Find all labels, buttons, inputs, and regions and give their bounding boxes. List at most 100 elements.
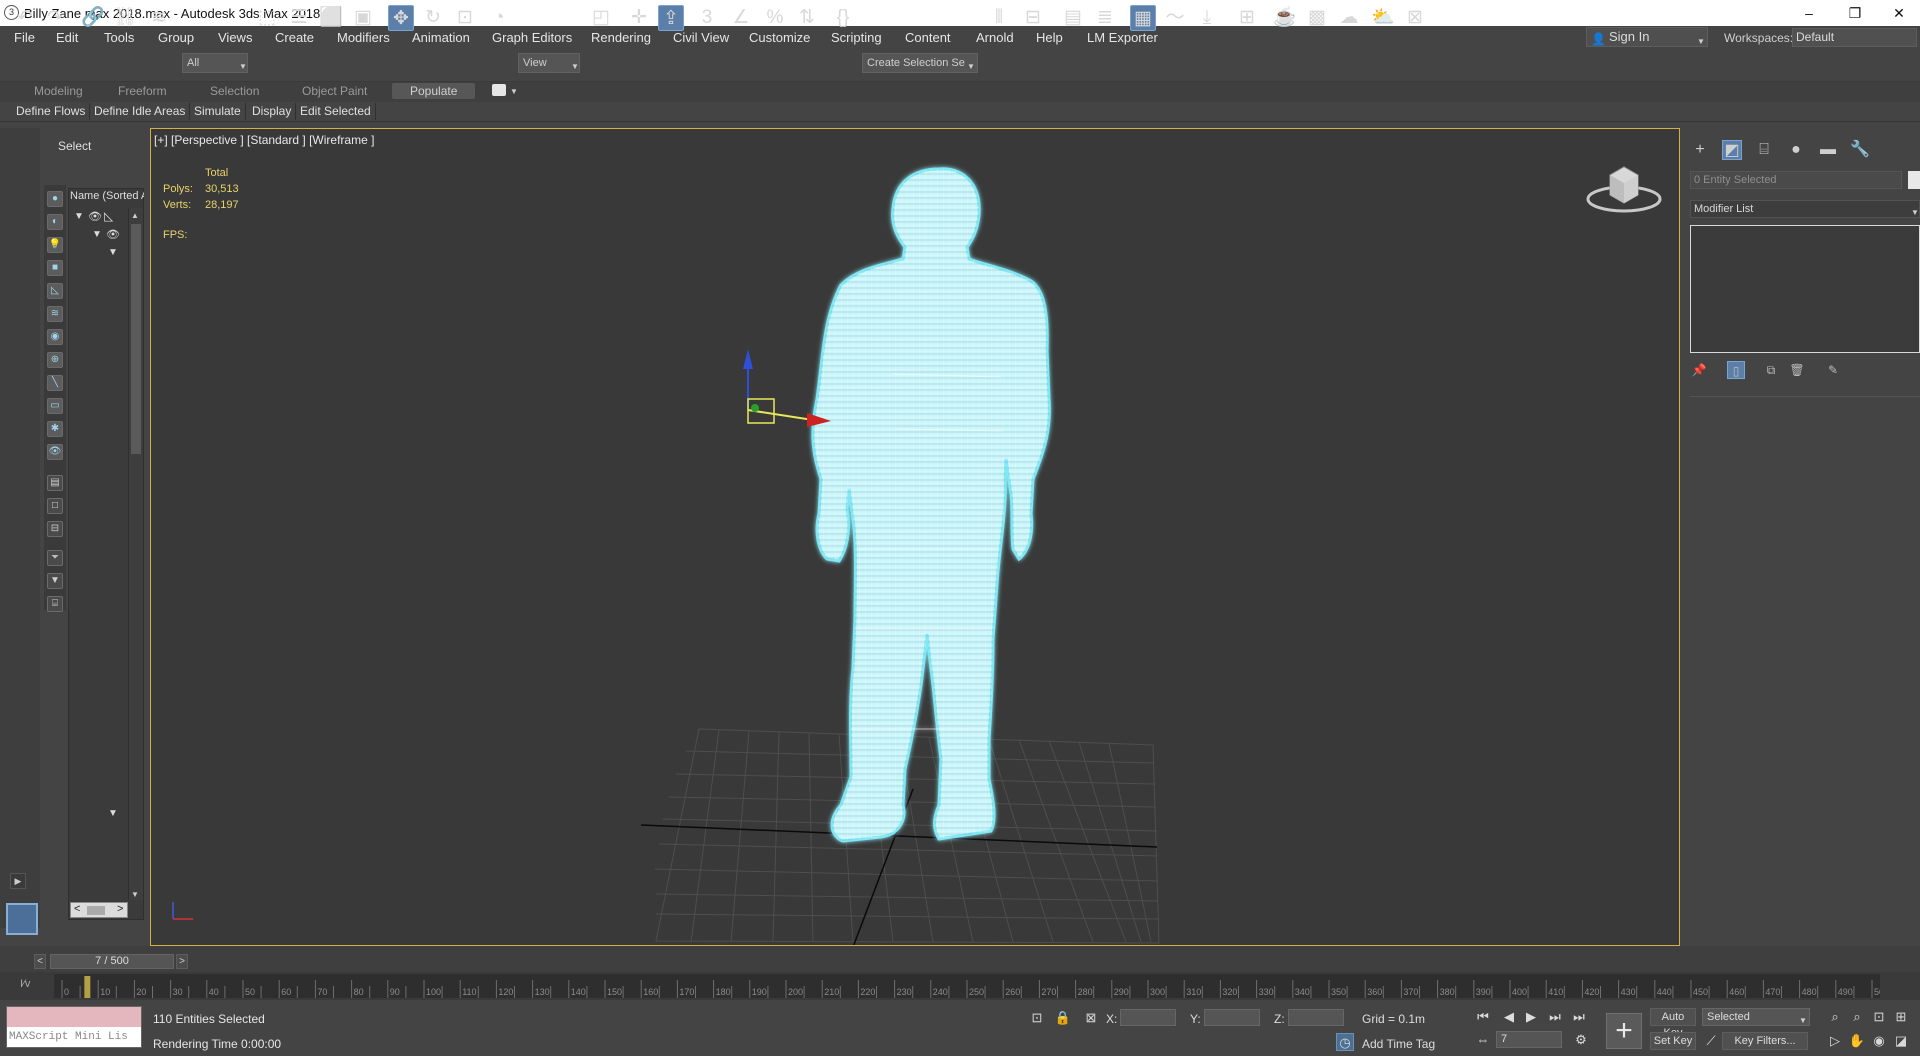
go-to-start-icon[interactable]: ⏮ [1474,1008,1492,1026]
link-icon[interactable]: 🔗 [80,5,106,31]
maxscript-input[interactable]: MAXScript Mini Lis [7,1027,141,1047]
modifier-list-dropdown[interactable]: Modifier List ▼ [1690,200,1920,218]
next-frame-icon[interactable]: ⏭ [1546,1008,1564,1026]
ribbon-toggle-icon[interactable]: ▦ [1130,5,1156,31]
select-scale-icon[interactable]: ⊡ [452,5,478,31]
simulate-button[interactable]: Simulate [190,103,246,120]
filter-icon[interactable]: ▼ [47,573,63,589]
menu-rendering[interactable]: Rendering [591,30,651,45]
maximize-viewport-icon[interactable]: ◪ [1892,1032,1910,1050]
scene-explorer-select-label[interactable]: Select [58,139,91,153]
viewport-layout-icon[interactable] [6,903,38,935]
field-of-view-icon[interactable]: ▷ [1826,1032,1844,1050]
display-shapes-icon[interactable]: ◐ [47,214,63,230]
make-unique-icon[interactable]: ⧉ [1762,361,1780,379]
display-none-icon[interactable]: □ [47,498,63,514]
schematic-view-icon[interactable]: ⤓ [1194,5,1220,31]
render-setup-icon[interactable]: ☕ [1272,5,1298,31]
menu-modifiers[interactable]: Modifiers [337,30,390,45]
viewport-canvas[interactable] [151,129,1680,946]
angle-snap-icon[interactable]: ∠ [728,5,754,31]
menu-arnold[interactable]: Arnold [976,30,1014,45]
menu-customize[interactable]: Customize [749,30,810,45]
expand-tree-icon[interactable]: ▼ [74,211,84,222]
layer-explorer-icon[interactable]: ≣ [1092,5,1118,31]
scroll-up-icon[interactable]: ▲ [131,211,139,220]
snap-toggle-icon[interactable]: 3 [694,5,720,31]
pivot-center-icon[interactable]: ◰ [588,5,614,31]
minimize-button[interactable]: – [1786,0,1832,26]
display-groups-icon[interactable]: ◉ [47,329,63,345]
visibility-eye-icon[interactable]: 👁 [88,210,102,223]
current-frame-marker[interactable] [84,976,91,998]
viewport-label-menu[interactable]: [+] [Perspective ] [Standard ] [Wirefram… [154,133,374,147]
scrollbar-thumb[interactable] [87,906,105,915]
object-color-swatch[interactable] [1908,171,1920,189]
scene-list-scrollbar[interactable] [128,208,143,900]
select-rotate-icon[interactable]: ↻ [420,5,446,31]
ribbon-tab-modeling[interactable]: Modeling [34,84,83,98]
display-lights-icon[interactable]: 💡 [47,237,63,253]
key-selection-dropdown[interactable]: Selected ▼ [1702,1008,1810,1026]
create-tab-icon[interactable]: + [1690,140,1710,160]
ribbon-tab-freeform[interactable]: Freeform [118,84,167,98]
display-tab-icon[interactable]: ▬ [1818,140,1838,160]
show-end-result-icon[interactable]: ▯ [1727,361,1745,379]
time-slider-next[interactable]: > [176,954,188,969]
display-particles-icon[interactable]: ✱ [47,421,63,437]
ribbon-tab-object-paint[interactable]: Object Paint [302,84,367,98]
mirror-icon[interactable]: ⫴ [986,5,1012,31]
render-iterative-icon[interactable]: ⛅ [1370,5,1396,31]
expand-panel-icon[interactable]: ▶ [10,873,26,889]
menu-create[interactable]: Create [275,30,314,45]
track-bar-icon[interactable]: I⁄v [20,978,30,990]
isolate-selection-icon[interactable]: ⊡ [1028,1009,1046,1027]
select-manipulate-icon[interactable]: ✛ [626,5,652,31]
render-in-cloud-icon[interactable]: ⊠ [1402,5,1428,31]
menu-group[interactable]: Group [158,30,194,45]
display-all-icon[interactable]: ▤ [47,475,63,491]
rectangular-selection-icon[interactable]: ⬜ [318,5,344,31]
menu-file[interactable]: File [14,30,35,45]
motion-tab-icon[interactable]: ● [1786,140,1806,160]
display-cameras-icon[interactable]: ■ [47,260,63,276]
close-button[interactable]: ✕ [1876,0,1920,26]
display-frozen-icon[interactable]: 👁 [47,444,63,460]
lock-selection-icon[interactable]: 🔒 [1054,1009,1072,1027]
define-flows-button[interactable]: Define Flows [12,103,91,120]
zoom-all-icon[interactable]: ⌕ [1848,1008,1866,1026]
expand-tree-icon[interactable]: ▼ [108,808,118,819]
menu-graph-editors[interactable]: Graph Editors [492,30,572,45]
y-coordinate-field[interactable] [1204,1009,1260,1026]
modify-tab-icon[interactable]: ◩ [1722,140,1742,160]
undo-icon[interactable]: ↶ [12,5,38,31]
key-mode-toggle-icon[interactable]: ⇔ [1474,1031,1492,1049]
zoom-extents-icon[interactable]: ⊡ [1870,1008,1888,1026]
render-production-icon[interactable]: ☁ [1336,5,1362,31]
z-coordinate-field[interactable] [1288,1009,1344,1026]
time-tag-icon[interactable]: ◷ [1336,1033,1354,1051]
viewcube-icon[interactable] [1584,163,1664,219]
default-in-out-tangents-icon[interactable]: ⟋ [1702,1032,1720,1050]
visibility-eye-icon[interactable]: 👁 [106,228,120,241]
select-object-icon[interactable]: ⬚ [254,5,280,31]
explorer-settings-icon[interactable]: ⌸ [47,596,63,612]
menu-animation[interactable]: Animation [412,30,470,45]
scroll-down-icon[interactable]: ▼ [131,890,139,899]
curve-editor-icon[interactable]: 〜 [1162,5,1188,31]
menu-edit[interactable]: Edit [56,30,78,45]
display-button[interactable]: Display [248,103,297,120]
define-idle-areas-button[interactable]: Define Idle Areas [90,103,191,120]
menu-civil-view[interactable]: Civil View [673,30,729,45]
filter-options-icon[interactable]: ⏷ [47,550,63,566]
absolute-mode-icon[interactable]: ⊠ [1082,1009,1100,1027]
ribbon-tab-populate[interactable]: Populate [392,83,476,99]
go-to-end-icon[interactable]: ⏭ [1570,1008,1588,1026]
named-selection-dropdown[interactable]: Create Selection Se ▼ [862,53,978,73]
name-column-header[interactable]: Name (Sorted A [70,190,144,202]
invert-display-icon[interactable]: ⊟ [47,521,63,537]
scroll-right-icon[interactable]: > [117,903,123,915]
display-xrefs-icon[interactable]: ⊕ [47,352,63,368]
object-name-field[interactable]: 0 Entity Selected [1690,171,1902,189]
pan-view-icon[interactable]: ✋ [1848,1032,1866,1050]
